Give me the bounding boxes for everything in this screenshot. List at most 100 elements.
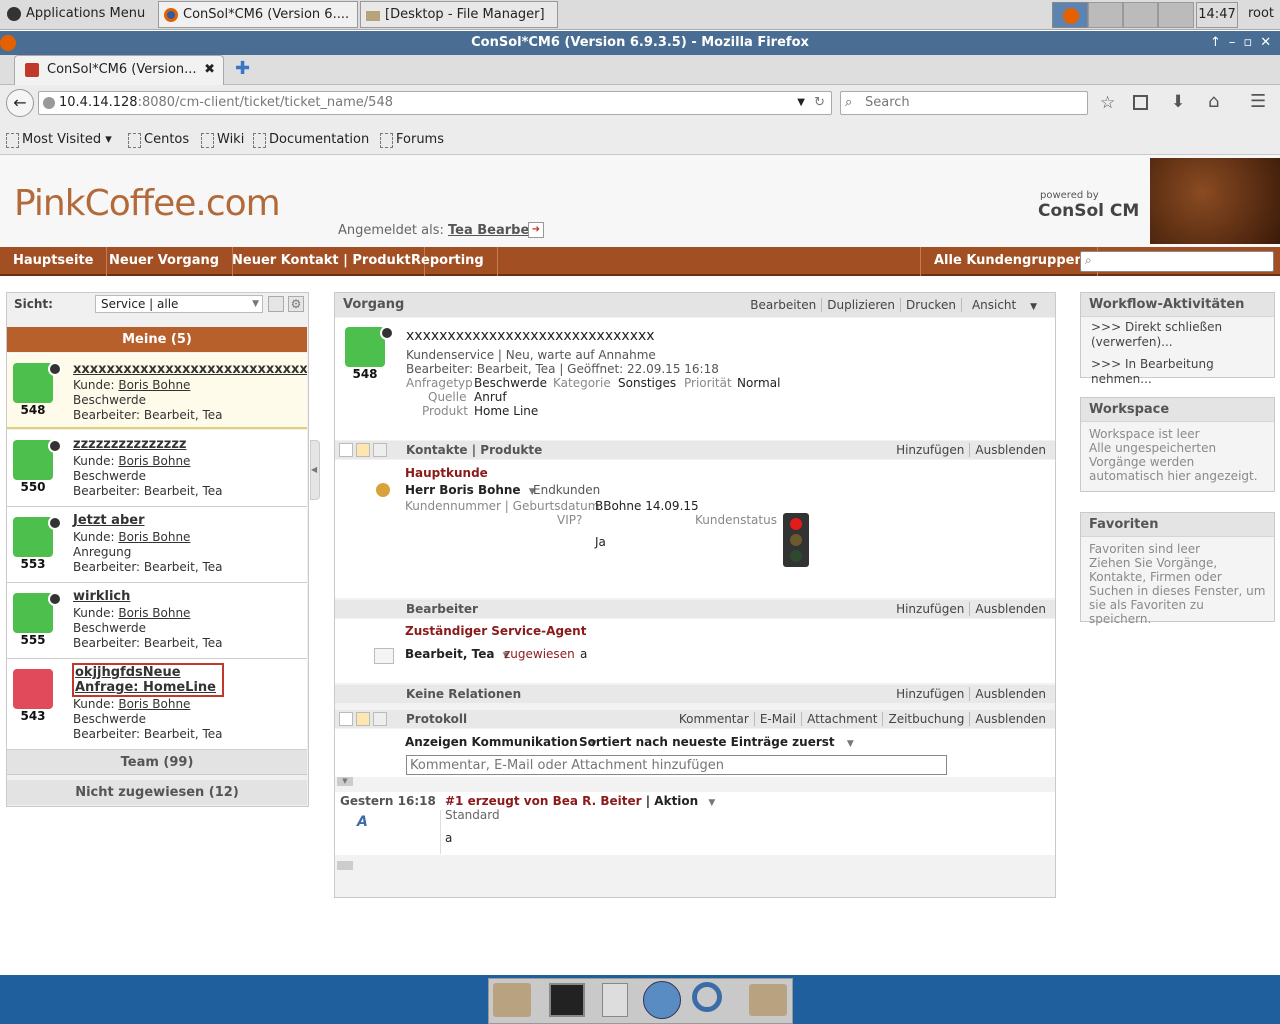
- workspace-2[interactable]: [1088, 2, 1123, 28]
- duplicate-button[interactable]: Duplizieren: [821, 298, 901, 312]
- globe-icon: [43, 97, 55, 109]
- comment-button[interactable]: Kommentar: [674, 712, 754, 726]
- section-toggle-icon[interactable]: [339, 443, 353, 457]
- ticket-list-item[interactable]: 550 zzzzzzzzzzzzzzz Kunde: Boris Bohne B…: [7, 430, 307, 507]
- file-cabinet-icon[interactable]: [602, 983, 628, 1017]
- ticket-gear-icon: [13, 669, 53, 709]
- collapse-bottom-icon[interactable]: [337, 861, 353, 870]
- protokoll-hide-button[interactable]: Ausblenden: [969, 712, 1051, 726]
- app-search-input[interactable]: ⌕: [1080, 251, 1274, 272]
- bearbeiter-add-button[interactable]: Hinzufügen: [891, 602, 969, 616]
- ticket-list-item[interactable]: 548 xxxxxxxxxxxxxxxxxxxxxxxxxxxxxx Kunde…: [7, 353, 307, 429]
- workspace-1[interactable]: [1052, 2, 1088, 28]
- ticket-title-link[interactable]: Jetzt aber: [73, 513, 144, 528]
- ticket-title-link[interactable]: zzzzzzzzzzzzzzz: [73, 437, 187, 452]
- bearbeiter-hide-button[interactable]: Ausblenden: [969, 602, 1051, 616]
- print-button[interactable]: Drucken: [900, 298, 961, 312]
- entry-header: #1 erzeugt von Bea R. Beiter | Aktion ▼: [445, 794, 716, 808]
- relationen-add-button[interactable]: Hinzufügen: [891, 687, 969, 701]
- customer-link[interactable]: Boris Bohne: [118, 697, 190, 711]
- bookmark-most-visited[interactable]: Most Visited ▾: [6, 132, 112, 148]
- note-icon[interactable]: [356, 443, 370, 457]
- web-browser-icon[interactable]: [643, 981, 681, 1019]
- terminal-icon[interactable]: [549, 983, 585, 1017]
- mine-group-header[interactable]: Meine (5): [7, 327, 307, 352]
- sort-selector[interactable]: Sortiert nach neueste Einträge zuerst ▼: [579, 735, 854, 749]
- communication-filter[interactable]: Anzeigen Kommunikation ▼: [405, 735, 597, 749]
- view-menu-button[interactable]: Ansicht ▼: [960, 298, 1047, 312]
- home-folder-icon[interactable]: [493, 983, 531, 1017]
- folder-icon[interactable]: [749, 984, 787, 1016]
- time-booking-button[interactable]: Zeitbuchung: [882, 712, 970, 726]
- customer-link[interactable]: Boris Bohne: [118, 378, 190, 392]
- grid-view-icon[interactable]: [268, 296, 284, 312]
- view-select[interactable]: Service | alle ▼: [95, 295, 263, 313]
- workspace-4[interactable]: [1158, 2, 1194, 28]
- menu-kundengruppen[interactable]: Alle Kundengruppen: [920, 247, 1098, 276]
- task-file-manager[interactable]: [Desktop - File Manager]: [360, 1, 558, 28]
- email-button[interactable]: E-Mail: [753, 712, 802, 726]
- kontakte-add-button[interactable]: Hinzufügen: [891, 443, 969, 457]
- bookmark-star-icon[interactable]: ☆: [1100, 93, 1115, 113]
- menu-reporting[interactable]: Reporting: [398, 247, 498, 276]
- attachment-button[interactable]: Attachment: [801, 712, 883, 726]
- new-tab-icon[interactable]: ✚: [235, 58, 250, 79]
- task-firefox[interactable]: ConSol*CM6 (Version 6....: [158, 1, 358, 28]
- menu-hauptseite[interactable]: Hauptseite: [0, 247, 108, 276]
- reload-icon[interactable]: ↻: [814, 92, 825, 114]
- search-app-icon[interactable]: [692, 982, 722, 1012]
- customer-link[interactable]: Boris Bohne: [118, 530, 190, 544]
- collapse-up-icon[interactable]: ▼: [337, 777, 353, 786]
- ticket-list-item[interactable]: 553 Jetzt aber Kunde: Boris Bohne Anregu…: [7, 507, 307, 583]
- browser-search-input[interactable]: ⌕ Search: [840, 91, 1088, 115]
- customer-link[interactable]: Boris Bohne: [118, 454, 190, 468]
- window-controls[interactable]: ↑–▫✕: [1210, 31, 1280, 55]
- bookmark-documentation[interactable]: Documentation: [253, 132, 369, 148]
- url-dropdown-icon[interactable]: ▼: [797, 92, 805, 114]
- chevron-down-icon[interactable]: ▼: [708, 798, 715, 808]
- ticket-list-item[interactable]: 555 wirklich Kunde: Boris Bohne Beschwer…: [7, 583, 307, 659]
- applications-menu-button[interactable]: Applications Menu: [2, 1, 154, 28]
- relationen-hide-button[interactable]: Ausblenden: [969, 687, 1051, 701]
- kontakte-hide-button[interactable]: Ausblenden: [969, 443, 1051, 457]
- bookmark-forums[interactable]: Forums: [380, 132, 444, 148]
- pinkcoffee-logo[interactable]: PinkCoffee.com: [14, 183, 281, 224]
- browser-tab[interactable]: ConSol*CM6 (Version... ✖: [14, 55, 224, 85]
- entry-action-menu[interactable]: Aktion: [654, 794, 698, 808]
- workflow-close-action[interactable]: >>> Direkt schließen (verwerfen)...: [1091, 320, 1264, 350]
- url-bar[interactable]: 10.4.14.128:8080/cm-client/ticket/ticket…: [38, 91, 832, 115]
- workspace-3[interactable]: [1123, 2, 1158, 28]
- team-group-header[interactable]: Team (99): [7, 750, 307, 775]
- customer-link[interactable]: Boris Bohne: [118, 606, 190, 620]
- ticket-title-link[interactable]: xxxxxxxxxxxxxxxxxxxxxxxxxxxxxx: [73, 362, 307, 377]
- workflow-take-action[interactable]: >>> In Bearbeitung nehmen...: [1091, 357, 1264, 387]
- list-icon[interactable]: [373, 443, 387, 457]
- ticket-editor: Bearbeiter: Bearbeit, Tea: [73, 408, 223, 422]
- edit-button[interactable]: Bearbeiten: [745, 298, 821, 312]
- note-icon[interactable]: [356, 712, 370, 726]
- reading-list-icon[interactable]: [1133, 95, 1148, 110]
- settings-gear-icon[interactable]: ⚙: [288, 296, 304, 312]
- ticket-title-link[interactable]: okjjhgfdsNeue Anfrage: HomeLine: [72, 663, 224, 697]
- menu-neuer-vorgang[interactable]: Neuer Vorgang: [96, 247, 234, 276]
- home-icon[interactable]: ⌂: [1208, 91, 1219, 112]
- contact-name-link[interactable]: Herr Boris Bohne ▼: [405, 483, 536, 497]
- menu-neuer-kontakt[interactable]: Neuer Kontakt | Produkt: [219, 247, 425, 276]
- section-toggle-icon[interactable]: [339, 712, 353, 726]
- tab-close-icon[interactable]: ✖: [204, 56, 215, 84]
- logged-in-user-link[interactable]: Tea Bearbeit: [448, 223, 540, 238]
- back-icon[interactable]: ←: [6, 89, 34, 117]
- list-icon[interactable]: [373, 712, 387, 726]
- agent-name-link[interactable]: Bearbeit, Tea ▼: [405, 647, 510, 661]
- protokoll-input[interactable]: [406, 755, 947, 775]
- user-label[interactable]: root: [1242, 2, 1280, 28]
- ticket-list-item[interactable]: 543 okjjhgfdsNeue Anfrage: HomeLine Kund…: [7, 659, 307, 750]
- hamburger-menu-icon[interactable]: ☰: [1250, 91, 1266, 112]
- download-icon[interactable]: ⬇: [1171, 92, 1185, 112]
- bookmark-centos[interactable]: Centos: [128, 132, 189, 148]
- bookmark-wiki[interactable]: Wiki: [201, 132, 244, 148]
- ticket-title-link[interactable]: wirklich: [73, 589, 130, 604]
- logout-icon[interactable]: ➜: [528, 222, 544, 238]
- collapse-panel-handle[interactable]: ◀: [310, 440, 320, 500]
- unassigned-group-header[interactable]: Nicht zugewiesen (12): [7, 780, 307, 805]
